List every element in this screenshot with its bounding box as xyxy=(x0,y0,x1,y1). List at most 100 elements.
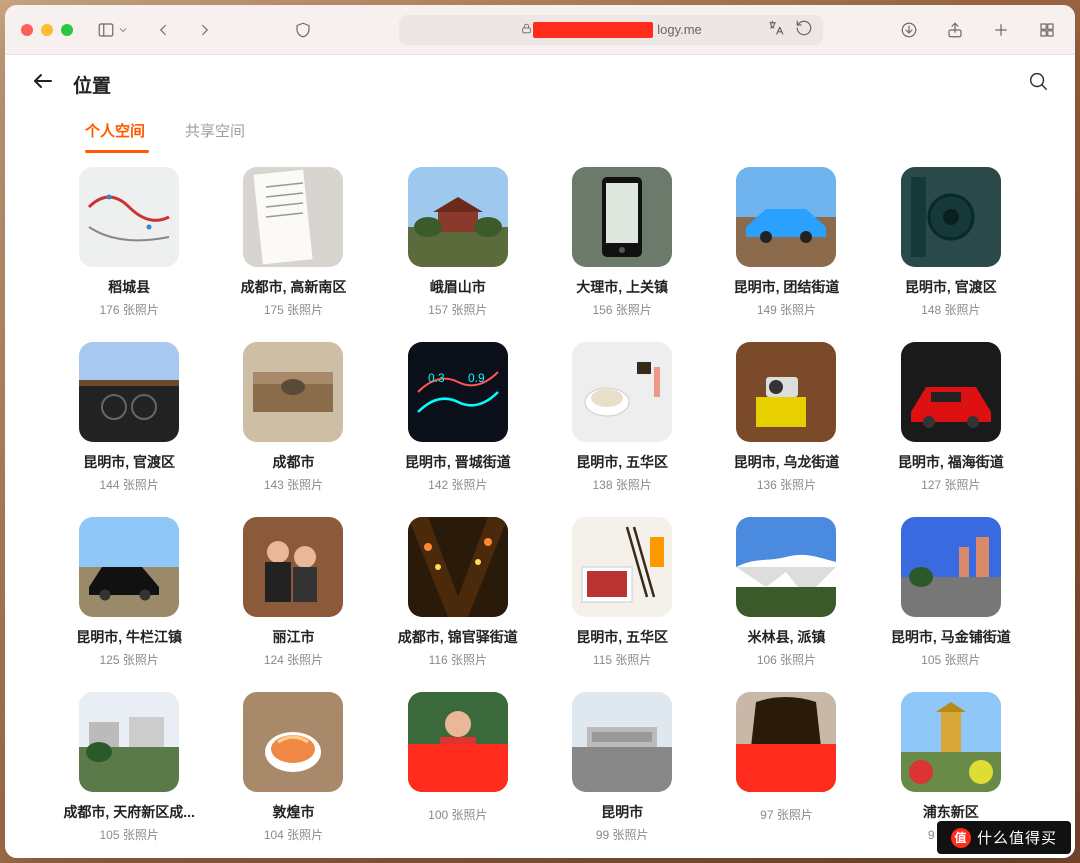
location-count: 100 张照片 xyxy=(428,806,487,823)
location-card[interactable]: 昆明市, 福海街道127 张照片 xyxy=(881,342,1021,493)
lock-icon xyxy=(520,22,533,38)
location-title: 昆明市 xyxy=(601,802,643,822)
location-thumbnail xyxy=(408,692,508,792)
grid-icon xyxy=(1038,21,1056,39)
location-card[interactable]: 昆明市, 牛栏江镇125 张照片 xyxy=(59,517,199,668)
address-bar-actions xyxy=(767,19,813,40)
watermark-text: 什么值得买 xyxy=(977,827,1057,848)
chevron-left-icon xyxy=(154,21,172,39)
window-zoom-button[interactable] xyxy=(61,24,73,36)
locations-grid: 稻城县176 张照片成都市, 高新南区175 张照片峨眉山市157 张照片大理市… xyxy=(59,167,1021,843)
location-card[interactable]: 大理市, 上关镇156 张照片 xyxy=(552,167,692,318)
location-card[interactable]: 成都市143 张照片 xyxy=(223,342,363,493)
location-title: 成都市 xyxy=(272,452,314,472)
address-bar[interactable]: logy.me xyxy=(399,15,823,45)
location-title: 昆明市, 五华区 xyxy=(576,452,668,472)
location-title: 峨眉山市 xyxy=(430,277,486,297)
new-tab-button[interactable] xyxy=(989,18,1013,42)
page-back-button[interactable] xyxy=(31,69,55,99)
redacted-overlay xyxy=(408,744,508,792)
location-card[interactable]: 昆明市, 乌龙街道 136 张照片 xyxy=(716,342,856,493)
location-count: 127 张照片 xyxy=(921,476,980,493)
location-thumbnail xyxy=(572,517,672,617)
location-thumbnail xyxy=(736,517,836,617)
location-title: 敦煌市 xyxy=(272,802,314,822)
window-close-button[interactable] xyxy=(21,24,33,36)
location-thumbnail xyxy=(79,167,179,267)
location-title: 成都市, 天府新区成... xyxy=(63,802,194,822)
page-title: 位置 xyxy=(73,71,111,98)
downloads-button[interactable] xyxy=(897,18,921,42)
traffic-lights xyxy=(21,24,73,36)
location-thumbnail xyxy=(243,517,343,617)
location-card[interactable]: 昆明市, 团结街道149 张照片 xyxy=(716,167,856,318)
location-title: 昆明市, 官渡区 xyxy=(905,277,997,297)
location-card[interactable]: 100 张照片 xyxy=(388,692,528,843)
nav-back-button[interactable] xyxy=(151,18,175,42)
tab-underline xyxy=(85,150,149,153)
location-card[interactable]: 敦煌市 104 张照片 xyxy=(223,692,363,843)
location-thumbnail xyxy=(572,342,672,442)
location-count: 105 张照片 xyxy=(99,826,158,843)
nav-forward-button[interactable] xyxy=(193,18,217,42)
sidebar-icon xyxy=(97,21,115,39)
location-title: 米林县, 派镇 xyxy=(748,627,826,647)
location-card[interactable]: 米林县, 派镇106 张照片 xyxy=(716,517,856,668)
location-thumbnail xyxy=(736,692,836,792)
watermark-logo: 值 xyxy=(951,828,971,848)
location-title: 昆明市, 晋城街道 xyxy=(405,452,511,472)
tab-overview-button[interactable] xyxy=(1035,18,1059,42)
locations-scroll[interactable]: 稻城县176 张照片成都市, 高新南区175 张照片峨眉山市157 张照片大理市… xyxy=(5,153,1075,858)
location-card[interactable]: 峨眉山市157 张照片 xyxy=(388,167,528,318)
tab-shared[interactable]: 共享空间 xyxy=(185,120,245,153)
location-card[interactable]: 97 张照片 xyxy=(716,692,856,843)
location-card[interactable]: 昆明市 99 张照片 xyxy=(552,692,692,843)
location-card[interactable]: 丽江市124 张照片 xyxy=(223,517,363,668)
location-title: 昆明市, 牛栏江镇 xyxy=(76,627,182,647)
url-suffix: logy.me xyxy=(657,22,702,37)
location-thumbnail xyxy=(736,167,836,267)
location-count: 104 张照片 xyxy=(264,826,323,843)
sidebar-toggle-button[interactable] xyxy=(97,21,129,39)
location-card[interactable]: 成都市, 锦官驿街道116 张照片 xyxy=(388,517,528,668)
location-card[interactable]: 昆明市, 五华区115 张照片 xyxy=(552,517,692,668)
location-count: 115 张照片 xyxy=(593,651,651,668)
reload-icon xyxy=(795,19,813,37)
translate-button[interactable] xyxy=(767,19,785,40)
location-count: 142 张照片 xyxy=(428,476,487,493)
location-count: 105 张照片 xyxy=(921,651,980,668)
location-card[interactable]: 昆明市, 官渡区144 张照片 xyxy=(59,342,199,493)
search-button[interactable] xyxy=(1027,70,1049,98)
nav-buttons xyxy=(151,18,217,42)
location-card[interactable]: 成都市, 天府新区成... 105 张照片 xyxy=(59,692,199,843)
svg-text:0.3: 0.3 xyxy=(428,371,445,385)
location-count: 136 张照片 xyxy=(757,476,816,493)
page-content: 位置 个人空间 共享空间 稻城县176 张照片成都市, 高新南区175 张照片峨… xyxy=(5,55,1075,858)
shield-button[interactable] xyxy=(291,18,315,42)
location-card[interactable]: 成都市, 高新南区175 张照片 xyxy=(223,167,363,318)
location-thumbnail xyxy=(243,692,343,792)
shield-icon xyxy=(294,21,312,39)
location-card[interactable]: 昆明市, 马金铺街道105 张照片 xyxy=(881,517,1021,668)
location-title: 昆明市, 乌龙街道 xyxy=(734,452,840,472)
location-thumbnail: 0.3 0.9 xyxy=(408,342,508,442)
location-card[interactable]: 昆明市, 五华区138 张照片 xyxy=(552,342,692,493)
location-card[interactable]: 稻城县176 张照片 xyxy=(59,167,199,318)
location-thumbnail xyxy=(408,167,508,267)
location-thumbnail xyxy=(901,167,1001,267)
location-card[interactable]: 0.3 0.9 昆明市, 晋城街道 142 张照片 xyxy=(388,342,528,493)
location-thumbnail xyxy=(901,692,1001,792)
location-thumbnail xyxy=(243,167,343,267)
location-count: 144 张照片 xyxy=(99,476,158,493)
location-count: 99 张照片 xyxy=(596,826,649,843)
share-button[interactable] xyxy=(943,18,967,42)
location-count: 175 张照片 xyxy=(264,301,323,318)
location-title: 大理市, 上关镇 xyxy=(576,277,668,297)
window-minimize-button[interactable] xyxy=(41,24,53,36)
tab-personal[interactable]: 个人空间 xyxy=(85,120,145,153)
reload-button[interactable] xyxy=(795,19,813,40)
location-thumbnail xyxy=(79,517,179,617)
location-card[interactable]: 昆明市, 官渡区148 张照片 xyxy=(881,167,1021,318)
location-count: 97 张照片 xyxy=(760,806,813,823)
svg-text:0.9: 0.9 xyxy=(468,371,485,385)
